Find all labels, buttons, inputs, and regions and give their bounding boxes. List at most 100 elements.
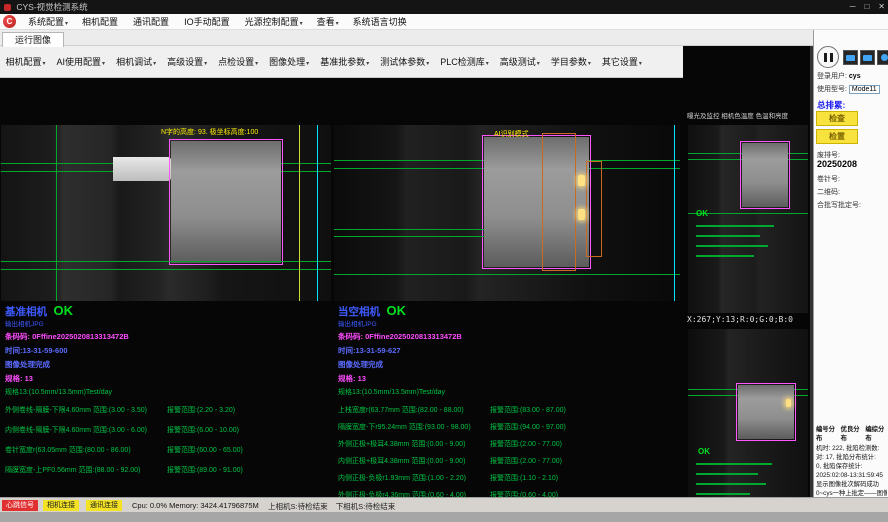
menu-io-manual-config[interactable]: IO手动配置 [177, 15, 238, 28]
measure-line [334, 236, 484, 237]
chevron-down-icon: ▾ [255, 61, 258, 67]
guide-line [56, 125, 57, 301]
monitor-top-status: OK [696, 209, 708, 218]
measure-line [1, 269, 331, 270]
menu2-image-processing[interactable]: 图像处理▾ [264, 55, 315, 68]
right-camera-results: 当空相机 OK 输出相机JPG 条码码: 0Fffine202502081331… [338, 302, 682, 507]
record-button[interactable] [877, 50, 888, 65]
monitor-bottom-status: OK [698, 447, 710, 456]
measurement-row: 外侧正极+极耳4.38mm 范围:(0.00 - 9.00)报警范围:(2.00… [338, 439, 682, 449]
roi-rectangle [740, 141, 790, 209]
left-camera-results: 基准相机 OK 输出相机JPG 条码码: 0Fffine202502081331… [5, 302, 335, 485]
edge-line [299, 125, 300, 301]
stats-tab-number-dist[interactable]: 编号分布 [816, 425, 838, 443]
right-time: 时间:13-31-59-627 [338, 345, 682, 356]
stats-tab-quality-dist[interactable]: 优良分布 [841, 425, 863, 443]
menu-language-switch[interactable]: 系统语言切换 [346, 15, 415, 28]
close-button[interactable]: ✕ [878, 0, 885, 14]
minimize-button[interactable]: ─ [850, 0, 856, 14]
overlay-text-line [696, 473, 758, 475]
gripper [113, 157, 171, 181]
model-row: 使用型号: Mode11 [817, 84, 880, 94]
left-process-status: 图像处理完成 [5, 359, 335, 370]
monitor-view-top[interactable]: OK [688, 125, 808, 313]
menu2-plc-library[interactable]: PLC检测库▾ [435, 55, 495, 68]
menu2-spot-check[interactable]: 点检设置▾ [213, 55, 264, 68]
menu-system-config[interactable]: 系统配置▾ [21, 15, 75, 28]
menu2-test-body-params[interactable]: 测试体参数▾ [375, 55, 435, 68]
stats-line: 0, 批陷保存统计: [816, 462, 887, 471]
menu2-advanced-test[interactable]: 高级测试▾ [494, 55, 545, 68]
menu2-camera-debug[interactable]: 相机调试▾ [111, 55, 162, 68]
camera-state-readout: 上相机S:待检结束 下相机S:待检结束 [268, 501, 395, 512]
tab-run-image[interactable]: 运行图像 [2, 32, 64, 47]
login-user-label: 登录用户: [817, 73, 847, 80]
edge-line [674, 125, 675, 301]
camera-live-button[interactable] [860, 50, 875, 65]
roi-rectangle [736, 383, 796, 441]
monitor-column-header: 曝光及监控 相机色温度 色温和亮度 [687, 110, 811, 120]
record-icon [881, 54, 888, 61]
right-sidebar: 登录用户: cys 使用型号: Mode11 总排累: 检查 检置 废排号: 2… [813, 14, 888, 497]
measure-line [1, 261, 331, 262]
menu-view[interactable]: 查看▾ [310, 15, 346, 28]
menu2-base-batch-params[interactable]: 基准批参数▾ [315, 55, 375, 68]
login-user-row: 登录用户: cys [817, 71, 861, 81]
model-select[interactable]: Mode11 [849, 85, 880, 94]
right-camera-title: 当空相机 [338, 306, 380, 318]
tab-highlight [786, 399, 791, 407]
camera-connection-indicator: 相机连接 [43, 500, 79, 511]
total-count-label: 总排累: [817, 99, 845, 111]
pause-button[interactable] [817, 46, 839, 68]
menu-bar-2: 相机配置▾ AI使用配置▾ 相机调试▾ 高级设置▾ 点检设置▾ 图像处理▾ 基准… [0, 46, 683, 78]
chevron-down-icon: ▾ [537, 61, 540, 67]
menu-bar-1: C 系统配置▾ 相机配置 通讯配置 IO手动配置 光源控制配置▾ 查看▾ 系统语… [0, 14, 888, 30]
right-camera-view[interactable]: AI识别模式 [334, 125, 680, 301]
menu2-other-settings[interactable]: 其它设置▾ [596, 55, 647, 68]
measurement-row: 内侧卷线-隔膜-下限4.60mm 范围:(3.00 - 6.00)报警范围:(6… [5, 425, 335, 435]
write-batch-label: 合批写批定号: [817, 200, 861, 210]
overlay-text-line [696, 245, 768, 247]
counter-box-1: 检查 [816, 111, 858, 126]
menu-camera-config[interactable]: 相机配置 [75, 15, 126, 28]
stats-line: 显示图像批次解码成功 [816, 480, 887, 489]
menu-comm-config[interactable]: 通讯配置 [126, 15, 177, 28]
batch-number-value: 20250208 [817, 159, 857, 169]
menu2-camera-config[interactable]: 相机配置▾ [0, 55, 51, 68]
stats-tab-summary-dist[interactable]: 编综分布 [865, 425, 887, 443]
menu2-advanced-settings[interactable]: 高级设置▾ [162, 55, 213, 68]
measurement-row: 上栈宽度r(63.77mm 范围:(82.00 - 88.00)报警范围:(83… [338, 405, 682, 415]
app-window: CYS-视觉检测系统 ─ □ ✕ C 系统配置▾ 相机配置 通讯配置 IO手动配… [0, 0, 888, 522]
chevron-down-icon: ▾ [486, 61, 489, 67]
maximize-button[interactable]: □ [864, 0, 869, 14]
left-camera-view[interactable]: N字的高度: 93. 极坐标高度:100 [1, 125, 331, 301]
monitor-top-coords: X:267;Y:13;R:0;G:0;B:0 [687, 315, 793, 324]
cpu-memory-readout: Cpu: 0.0% Memory: 3424.41796875M [132, 501, 259, 510]
needle-number-label: 卷针号: [817, 174, 840, 184]
chevron-down-icon: ▾ [426, 61, 429, 67]
app-icon [4, 4, 11, 11]
app-logo-icon: C [3, 15, 16, 28]
menu2-ai-config[interactable]: AI使用配置▾ [51, 55, 111, 68]
menu2-learn-params[interactable]: 学目参数▾ [545, 55, 596, 68]
heartbeat-indicator: 心跳信号 [2, 500, 38, 511]
pause-icon [824, 53, 827, 62]
height-overlay-label: N字的高度: 93. 极坐标高度:100 [161, 127, 258, 137]
camera-icon [846, 55, 855, 61]
menu-light-control-config[interactable]: 光源控制配置▾ [238, 15, 310, 28]
status-bar: 心跳信号 相机连接 通讯连接 Cpu: 0.0% Memory: 3424.41… [0, 497, 888, 512]
overlay-text-line [696, 483, 766, 485]
right-barcode: 条码码: 0Fffine2025020813313472B [338, 331, 682, 342]
chevron-down-icon: ▾ [153, 61, 156, 67]
measure-line [334, 229, 484, 230]
monitor-view-bottom[interactable]: OK [688, 329, 808, 522]
camera-icon [863, 55, 872, 61]
overlay-text-line [696, 225, 774, 227]
measurement-row: 隔膜宽度-下r95.24mm 范围:(93.00 - 98.00)报警范围:(9… [338, 422, 682, 432]
stats-line: 2025:02:08-13:31:59:45 [816, 471, 887, 480]
left-spec: 规格: 13 [5, 373, 335, 384]
measurement-row: 隔膜宽度-上PF0.56mm 范围:(88.00 - 92.00)报警范围:(8… [5, 465, 335, 475]
camera-snapshot-button[interactable] [843, 50, 858, 65]
overlay-text-line [696, 493, 750, 495]
stats-line: 机时: 222, 批陷检测数: [816, 444, 887, 453]
